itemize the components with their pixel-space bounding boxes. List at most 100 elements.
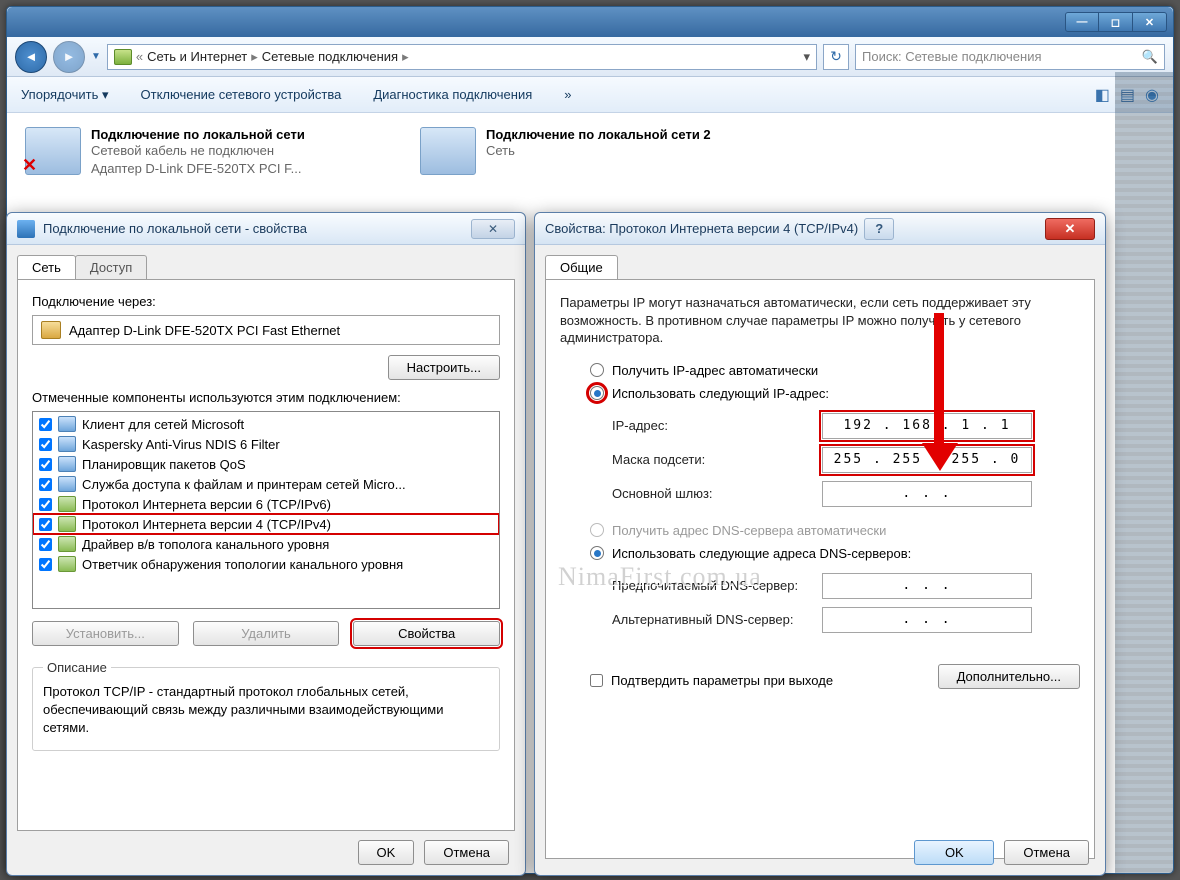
list-item: Планировщик пакетов QoS — [33, 454, 499, 474]
description-group: Описание Протокол TCP/IP - стандартный п… — [32, 660, 500, 751]
breadcrumb-network[interactable]: Сеть и Интернет — [147, 49, 247, 64]
component-checkbox[interactable] — [39, 418, 52, 431]
toolbar-overflow[interactable]: » — [564, 87, 571, 102]
diagnose-button[interactable]: Диагностика подключения — [373, 87, 532, 102]
dlg1-close-button[interactable]: ✕ — [471, 219, 515, 239]
dlg2-help-button[interactable]: ? — [864, 218, 894, 240]
dlg1-title-text: Подключение по локальной сети - свойства — [43, 221, 307, 236]
gateway-label: Основной шлюз: — [612, 486, 822, 501]
ip-address-label: IP-адрес: — [612, 418, 822, 433]
preferred-dns-input[interactable]: . . . — [822, 573, 1032, 599]
radio-static-ip[interactable]: Использовать следующий IP-адрес: — [560, 382, 1080, 405]
ip-address-input[interactable]: 192 . 168 . 1 . 1 — [822, 413, 1032, 439]
gateway-input[interactable]: . . . — [822, 481, 1032, 507]
dialog-system-icon — [17, 220, 35, 238]
alternate-dns-label: Альтернативный DNS-сервер: — [612, 612, 822, 627]
radio-static-dns[interactable]: Использовать следующие адреса DNS-сервер… — [560, 542, 1080, 565]
dlg1-titlebar: Подключение по локальной сети - свойства… — [7, 213, 525, 245]
tab-access[interactable]: Доступ — [75, 255, 147, 279]
view-thumbnails-icon[interactable]: ◧ — [1095, 85, 1110, 105]
refresh-button[interactable]: ↻ — [823, 44, 849, 70]
dlg2-ok-button[interactable]: OK — [914, 840, 994, 865]
minimize-button[interactable]: — — [1065, 12, 1099, 32]
component-checkbox[interactable] — [39, 558, 52, 571]
adapter-field[interactable]: Адаптер D-Link DFE-520TX PCI Fast Ethern… — [32, 315, 500, 345]
list-item: Протокол Интернета версии 6 (TCP/IPv6) — [33, 494, 499, 514]
tab-network[interactable]: Сеть — [17, 255, 76, 279]
connection-item-2[interactable]: Подключение по локальной сети 2 Сеть — [420, 127, 775, 177]
tab-general[interactable]: Общие — [545, 255, 618, 279]
component-icon — [58, 456, 76, 472]
component-checkbox[interactable] — [39, 498, 52, 511]
address-bar[interactable]: « Сеть и Интернет ▸ Сетевые подключения … — [107, 44, 817, 70]
confirm-checkbox[interactable] — [590, 674, 603, 687]
component-icon — [58, 536, 76, 552]
component-checkbox[interactable] — [39, 538, 52, 551]
component-icon — [58, 516, 76, 532]
connection-properties-dialog: Подключение по локальной сети - свойства… — [6, 212, 526, 876]
ipv4-intro-text: Параметры IP могут назначаться автоматич… — [560, 294, 1080, 347]
subnet-mask-label: Маска подсети: — [612, 452, 822, 467]
dlg1-cancel-button[interactable]: Отмена — [424, 840, 509, 865]
dlg2-close-button[interactable]: ✕ — [1045, 218, 1095, 240]
background-texture — [1115, 72, 1173, 873]
maximize-button[interactable]: ◻ — [1099, 12, 1133, 32]
advanced-button[interactable]: Дополнительно... — [938, 664, 1080, 689]
radio-icon — [590, 546, 604, 560]
dlg2-titlebar: Свойства: Протокол Интернета версии 4 (T… — [535, 213, 1105, 245]
network-adapter-icon — [25, 127, 81, 175]
breadcrumb-connections[interactable]: Сетевые подключения — [262, 49, 398, 64]
list-item: Kaspersky Anti-Virus NDIS 6 Filter — [33, 434, 499, 454]
component-icon — [58, 496, 76, 512]
explorer-titlebar: — ◻ ✕ — [7, 7, 1173, 37]
forward-button[interactable]: ► — [53, 41, 85, 73]
search-placeholder: Поиск: Сетевые подключения — [862, 49, 1042, 64]
list-item: Ответчик обнаружения топологии канальног… — [33, 554, 499, 574]
components-list[interactable]: Клиент для сетей Microsoft Kaspersky Ant… — [32, 411, 500, 609]
configure-button[interactable]: Настроить... — [388, 355, 500, 380]
adapter-icon — [41, 321, 61, 339]
alternate-dns-input[interactable]: . . . — [822, 607, 1032, 633]
dlg2-title-text: Свойства: Протокол Интернета версии 4 (T… — [545, 221, 858, 236]
close-button[interactable]: ✕ — [1133, 12, 1167, 32]
radio-auto-dns: Получить адрес DNS-сервера автоматически — [560, 519, 1080, 542]
component-checkbox[interactable] — [39, 478, 52, 491]
dlg2-body: Параметры IP могут назначаться автоматич… — [545, 279, 1095, 859]
connections-area: Подключение по локальной сети Сетевой ка… — [7, 113, 1173, 191]
history-dropdown-icon[interactable]: ▼ — [91, 51, 101, 62]
dlg1-tabs: Сеть Доступ — [7, 245, 525, 279]
explorer-navbar: ◄ ► ▼ « Сеть и Интернет ▸ Сетевые подклю… — [7, 37, 1173, 77]
component-checkbox[interactable] — [39, 518, 52, 531]
component-icon — [58, 416, 76, 432]
list-item: Служба доступа к файлам и принтерам сете… — [33, 474, 499, 494]
component-checkbox[interactable] — [39, 458, 52, 471]
remove-button[interactable]: Удалить — [193, 621, 340, 646]
component-icon — [58, 556, 76, 572]
dlg1-ok-button[interactable]: OK — [358, 840, 415, 865]
network-adapter-icon — [420, 127, 476, 175]
radio-icon — [590, 386, 604, 400]
dlg2-tabs: Общие — [535, 245, 1105, 279]
connect-via-label: Подключение через: — [32, 294, 500, 309]
conn1-status: Сетевой кабель не подключен — [91, 142, 305, 160]
description-legend: Описание — [43, 660, 111, 675]
dlg2-cancel-button[interactable]: Отмена — [1004, 840, 1089, 865]
subnet-mask-input[interactable]: 255 . 255 . 255 . 0 — [822, 447, 1032, 473]
component-icon — [58, 476, 76, 492]
components-label: Отмеченные компоненты используются этим … — [32, 390, 500, 405]
back-button[interactable]: ◄ — [15, 41, 47, 73]
properties-button[interactable]: Свойства — [353, 621, 500, 646]
radio-auto-ip[interactable]: Получить IP-адрес автоматически — [560, 359, 1080, 382]
dlg1-body: Подключение через: Адаптер D-Link DFE-52… — [17, 279, 515, 831]
organize-menu[interactable]: Упорядочить ▾ — [21, 87, 109, 103]
search-input[interactable]: Поиск: Сетевые подключения 🔍 — [855, 44, 1165, 70]
folder-icon — [114, 49, 132, 65]
list-item: Драйвер в/в тополога канального уровня — [33, 534, 499, 554]
connection-item-1[interactable]: Подключение по локальной сети Сетевой ка… — [25, 127, 380, 177]
install-button[interactable]: Установить... — [32, 621, 179, 646]
list-item-ipv4: Протокол Интернета версии 4 (TCP/IPv4) — [33, 514, 499, 534]
description-text: Протокол TCP/IP - стандартный протокол г… — [43, 683, 489, 738]
disable-device-button[interactable]: Отключение сетевого устройства — [141, 87, 342, 102]
component-checkbox[interactable] — [39, 438, 52, 451]
conn2-status: Сеть — [486, 142, 711, 160]
